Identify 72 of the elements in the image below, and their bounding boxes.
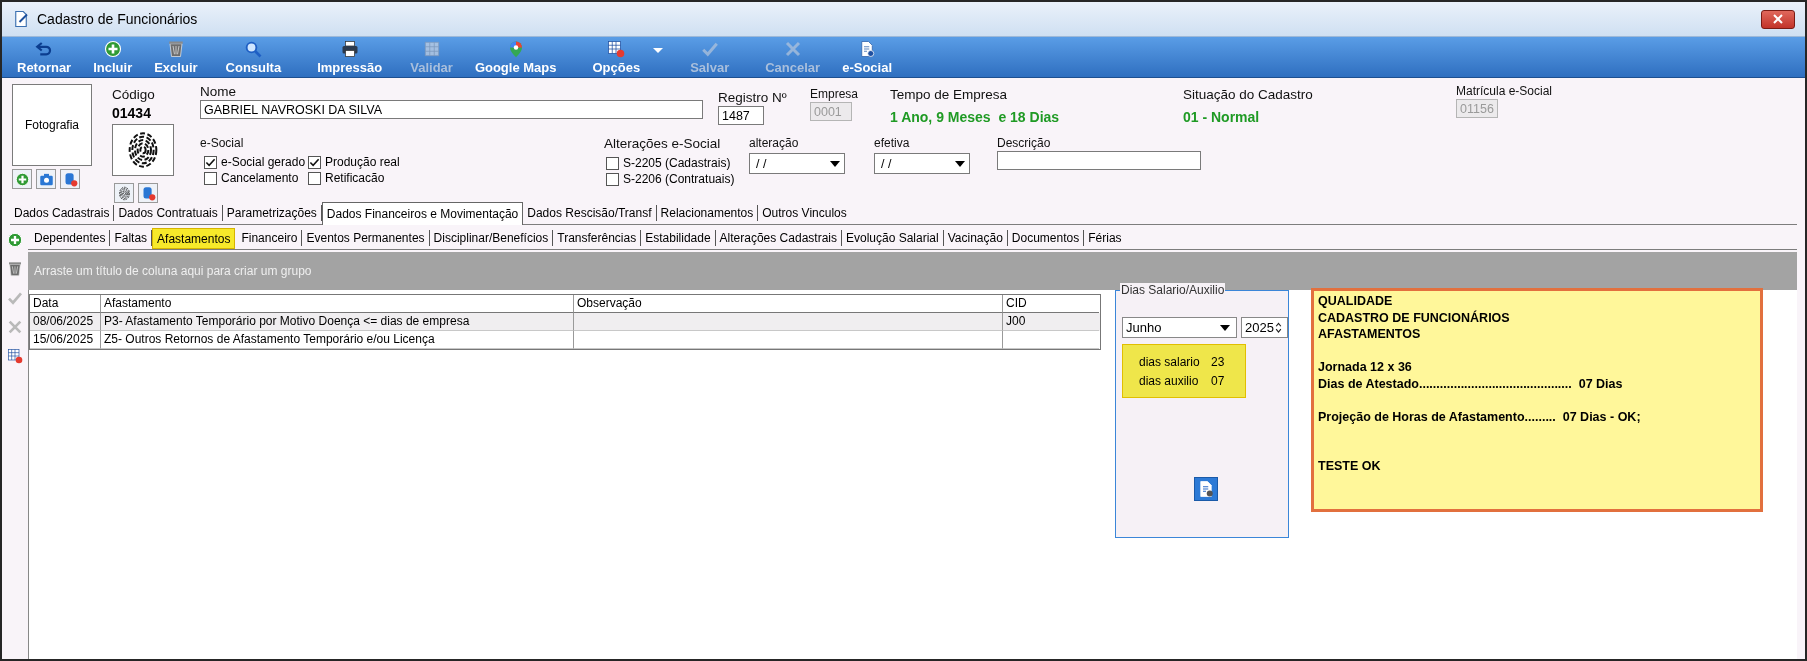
toolbar-button[interactable]: Google Maps bbox=[465, 37, 566, 77]
photo-label: Fotografia bbox=[25, 118, 79, 132]
field-label: Nome bbox=[200, 84, 237, 99]
tab[interactable]: Transferências bbox=[553, 230, 642, 246]
table-cell: P3- Afastamento Temporário por Motivo Doença <= dias de empresa bbox=[101, 313, 574, 331]
tenure-value: 1 Ano, 9 Meses e 18 Dias bbox=[890, 109, 1061, 125]
date-combo[interactable]: / / bbox=[874, 153, 970, 174]
tab[interactable]: Disciplinar/Benefícios bbox=[429, 230, 554, 246]
summary-value: 23 bbox=[1211, 354, 1225, 369]
text-field[interactable]: GABRIEL NAVROSKI DA SILVA bbox=[200, 100, 703, 119]
code-value: 01434 bbox=[112, 105, 152, 121]
tab[interactable]: Dependentes bbox=[30, 230, 111, 246]
toolbar-button[interactable]: Consulta bbox=[216, 37, 291, 77]
tab[interactable]: Alterações Cadastrais bbox=[715, 230, 842, 246]
tab[interactable]: Férias bbox=[1084, 230, 1126, 246]
toolbar-button[interactable]: Opções bbox=[583, 37, 650, 77]
column-header[interactable]: CID bbox=[1003, 295, 1099, 313]
field-label: e-Social bbox=[200, 136, 245, 150]
summary-value: 07 bbox=[1211, 373, 1225, 388]
toolbar-button[interactable]: Impressão bbox=[308, 37, 392, 77]
checkbox-label: S-2205 (Cadastrais) bbox=[623, 156, 731, 170]
field-label: Registro Nº bbox=[718, 90, 788, 105]
column-header[interactable]: Observação bbox=[574, 295, 1003, 313]
tab[interactable]: Eventos Permanentes bbox=[302, 230, 430, 246]
field-label: Código bbox=[112, 87, 156, 102]
status-value: 01 - Normal bbox=[1183, 109, 1261, 125]
text-field[interactable]: 1487 bbox=[718, 106, 764, 125]
tab[interactable]: Dados Financeiros e Movimentação bbox=[321, 202, 524, 225]
table-cell: J00 bbox=[1003, 313, 1099, 331]
summary-label: dias auxilio bbox=[1139, 373, 1200, 388]
checkbox-label: Retificacão bbox=[325, 171, 385, 185]
panel-title: Dias Salario/Auxilio bbox=[1120, 283, 1226, 297]
column-header[interactable]: Afastamento bbox=[101, 295, 574, 313]
table-cell: 15/06/2025 bbox=[30, 331, 101, 349]
field-label: Alterações e-Social bbox=[604, 136, 722, 151]
field-label: alteração bbox=[749, 136, 800, 150]
toolbar-button[interactable]: Retornar bbox=[8, 37, 81, 77]
year-spinner[interactable]: 2025 bbox=[1241, 317, 1288, 338]
field-label: Situação do Cadastro bbox=[1183, 87, 1314, 102]
toolbar-button[interactable]: Incluir bbox=[84, 37, 142, 77]
column-header[interactable]: Data bbox=[30, 295, 101, 313]
tab[interactable]: Documentos bbox=[1007, 230, 1085, 246]
tab[interactable]: Estabilidade bbox=[641, 230, 716, 246]
date-combo[interactable]: / / bbox=[749, 153, 845, 174]
tab[interactable]: Dados Rescisão/Transf bbox=[523, 205, 657, 221]
checkbox-label: Produção real bbox=[325, 155, 400, 169]
tab[interactable]: Afastamentos bbox=[152, 228, 236, 249]
tab[interactable]: Evolução Salarial bbox=[842, 230, 944, 246]
summary-label: dias salario bbox=[1139, 354, 1201, 369]
field-label: Tempo de Empresa bbox=[890, 87, 1009, 102]
tab[interactable]: Outros Vinculos bbox=[758, 205, 851, 221]
field-label: efetiva bbox=[874, 136, 911, 150]
group-hint: Arraste um título de coluna aqui para criar um grupo bbox=[34, 264, 312, 278]
table-cell: Z5- Outros Retornos de Afastamento Temporário e/ou Licença bbox=[101, 331, 574, 349]
tab[interactable]: Relacionamentos bbox=[656, 205, 759, 221]
toolbar-button[interactable]: e-Social bbox=[833, 37, 901, 77]
table-cell: 08/06/2025 bbox=[30, 313, 101, 331]
tab[interactable]: Parametrizações bbox=[222, 205, 322, 221]
checkbox-label: S-2206 (Contratuais) bbox=[623, 172, 735, 186]
checkbox-label: Cancelamento bbox=[221, 171, 299, 185]
tab[interactable]: Dados Cadastrais bbox=[10, 205, 115, 221]
note-text: QUALIDADE CADASTRO DE FUNCIONÁRIOS AFASTAMENTOS Jornada 12 x 36 Dias de Atestado............................................ 07 Dias Projeção de Horas de Afastamento......... 07 Dias - OK; TESTE OK bbox=[1311, 288, 1763, 512]
window-title: Cadastro de Funcionários bbox=[37, 11, 198, 27]
field-label: Matrícula e-Social bbox=[1456, 84, 1554, 98]
toolbar-button[interactable]: Excluir bbox=[145, 37, 207, 77]
tab[interactable]: Vacinação bbox=[943, 230, 1008, 246]
tab[interactable]: Financeiro bbox=[237, 230, 303, 246]
field-label: Descrição bbox=[997, 136, 1052, 150]
checkbox-label: e-Social gerado bbox=[221, 155, 306, 169]
tab[interactable]: Dados Contratuais bbox=[114, 205, 223, 221]
field-label: Empresa bbox=[810, 87, 860, 101]
month-dropdown[interactable]: Junho bbox=[1122, 317, 1238, 338]
